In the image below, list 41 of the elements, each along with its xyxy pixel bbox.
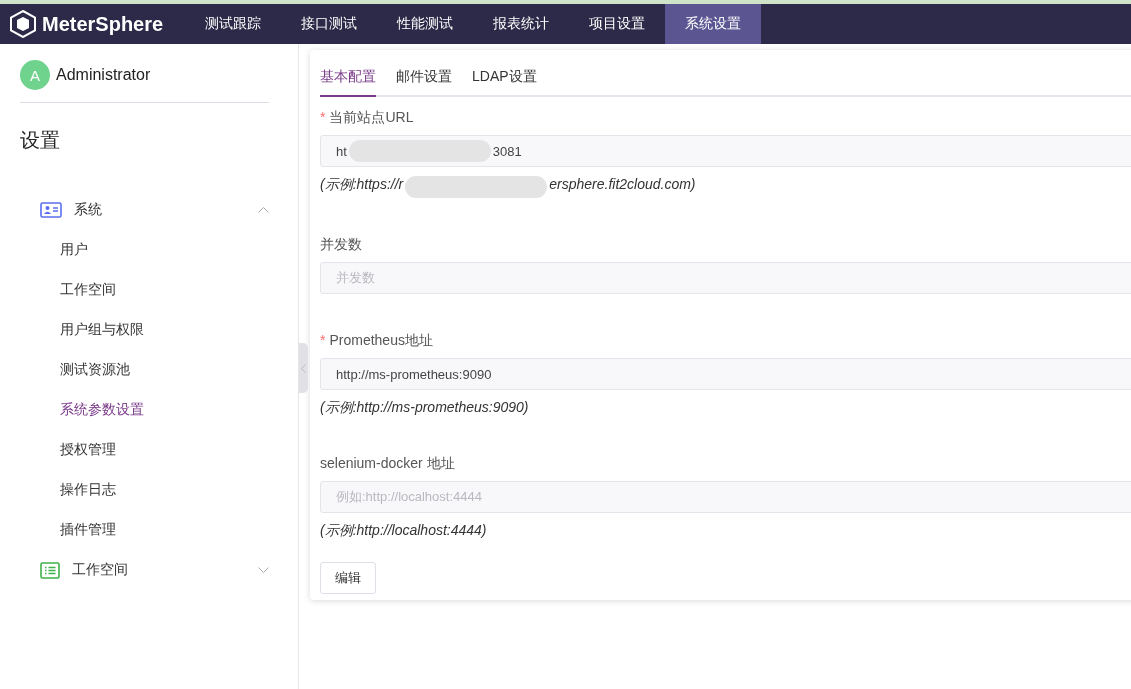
menu-item[interactable]: 测试资源池 bbox=[20, 350, 269, 390]
id-card-icon bbox=[40, 202, 62, 218]
sidebar-title: 设置 bbox=[20, 128, 61, 153]
field-label: Prometheus地址 bbox=[329, 332, 433, 350]
logo-text: MeterSphere bbox=[42, 12, 164, 36]
logo-icon bbox=[10, 10, 36, 38]
nav-tab[interactable]: 接口测试 bbox=[281, 4, 377, 44]
field-hint: (示例:http://localhost:4444) bbox=[320, 521, 488, 540]
menu-item[interactable]: 授权管理 bbox=[20, 430, 269, 470]
nav-tab[interactable]: 报表统计 bbox=[473, 4, 569, 44]
field-hint: (示例:https://r ersphere.fit2cloud.com) bbox=[320, 167, 1131, 198]
required-mark: * bbox=[320, 332, 326, 350]
tab[interactable]: 邮件设置 bbox=[396, 60, 452, 97]
menu-group[interactable]: 系统 bbox=[20, 190, 269, 230]
menu-item[interactable]: 用户 bbox=[20, 230, 269, 270]
required-mark: * bbox=[320, 109, 326, 127]
chevron-down-icon[interactable] bbox=[258, 567, 269, 573]
chevron-up-icon[interactable] bbox=[258, 207, 269, 213]
menu-item[interactable]: 系统参数设置 bbox=[20, 390, 269, 430]
input-field[interactable]: ht 3081 bbox=[320, 135, 1131, 167]
edit-button[interactable]: 编辑 bbox=[320, 562, 376, 594]
user-avatar: A bbox=[20, 60, 50, 90]
field-label: selenium-docker 地址 bbox=[320, 455, 455, 473]
field-label: 当前站点URL bbox=[329, 109, 414, 127]
menu-item[interactable]: 用户组与权限 bbox=[20, 310, 269, 350]
user-name: Administrator bbox=[56, 66, 151, 84]
menu-item[interactable]: 工作空间 bbox=[20, 270, 269, 310]
tab[interactable]: 基本配置 bbox=[320, 60, 376, 97]
menu-item[interactable]: 操作日志 bbox=[20, 470, 269, 510]
collapse-handle[interactable] bbox=[299, 343, 308, 393]
menu-item[interactable]: 插件管理 bbox=[20, 510, 269, 550]
list-icon bbox=[40, 561, 60, 579]
field-hint: (示例:http://ms-prometheus:9090) bbox=[320, 398, 530, 417]
nav-tab[interactable]: 项目设置 bbox=[569, 4, 665, 44]
field-label: 并发数 bbox=[320, 236, 362, 254]
nav-tab[interactable]: 系统设置 bbox=[665, 4, 761, 44]
input-field[interactable]: http://ms-prometheus:9090 bbox=[320, 358, 1131, 390]
nav-tab[interactable]: 性能测试 bbox=[377, 4, 473, 44]
tab[interactable]: LDAP设置 bbox=[472, 60, 537, 97]
nav-tab[interactable]: 测试跟踪 bbox=[185, 4, 281, 44]
menu-group[interactable]: 工作空间 bbox=[20, 550, 269, 590]
